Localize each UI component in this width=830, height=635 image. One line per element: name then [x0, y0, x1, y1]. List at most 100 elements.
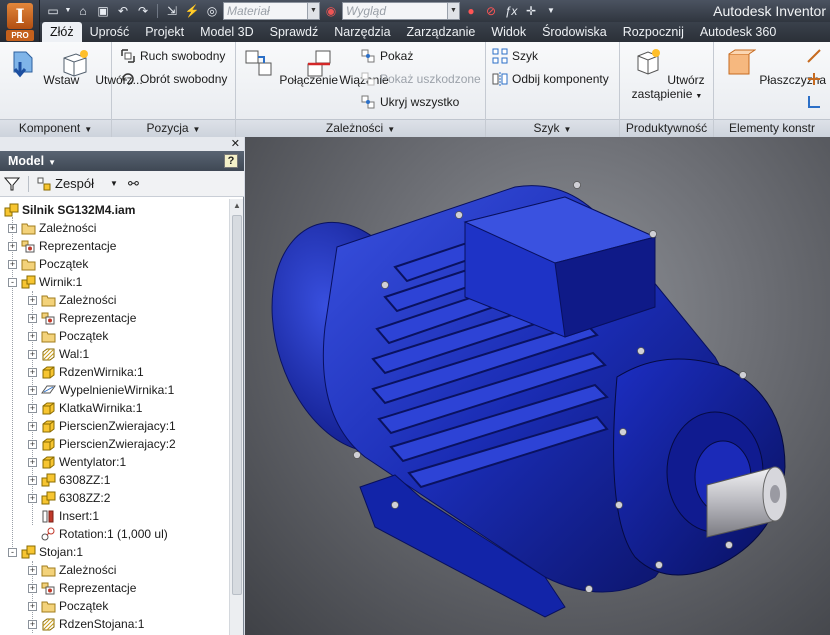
tab-2[interactable]: Projekt: [137, 22, 192, 42]
axis-button[interactable]: [806, 47, 822, 65]
tree-item[interactable]: + RdzenWirnika:1: [28, 363, 144, 381]
collapse-icon[interactable]: -: [8, 277, 17, 287]
tree-item[interactable]: +6308ZZ:1: [28, 471, 110, 489]
tab-10[interactable]: Autodesk 360: [692, 22, 784, 42]
pokaz-uszkodzone-button[interactable]: Pokaż uszkodzone: [360, 70, 481, 88]
close-icon[interactable]: ✕: [231, 137, 240, 151]
wiazanie-button[interactable]: Wiązanie: [302, 46, 389, 87]
open-icon[interactable]: ⌂: [74, 3, 92, 19]
obrot-swobodny-button[interactable]: Obrót swobodny: [120, 70, 227, 88]
binoculars-icon[interactable]: ⚯: [128, 176, 139, 192]
expand-icon[interactable]: +: [28, 367, 37, 377]
select-icon[interactable]: ◎: [203, 3, 221, 19]
tab-1[interactable]: Uprość: [82, 22, 138, 42]
tree-item[interactable]: Rotation:1 (1,000 ul): [28, 525, 168, 543]
expand-icon[interactable]: +: [8, 241, 17, 251]
new-file-icon[interactable]: ▭: [44, 3, 62, 19]
tree-item[interactable]: + WypelnienieWirnika:1: [28, 381, 174, 399]
tree-item[interactable]: + Początek: [8, 255, 88, 273]
return-icon[interactable]: ⇲: [163, 3, 181, 19]
expand-icon[interactable]: +: [28, 619, 37, 629]
polaczenie-button[interactable]: Połączenie: [242, 46, 338, 87]
utworz-zastapienie-button[interactable]: Utwórz zastąpienie ▼: [630, 46, 705, 104]
tree-root[interactable]: Silnik SG132M4.iam: [4, 201, 135, 219]
tree-item[interactable]: + Reprezentacje: [28, 309, 136, 327]
save-icon[interactable]: ▣: [94, 3, 112, 19]
tree-item[interactable]: + Reprezentacje: [28, 579, 136, 597]
expand-icon[interactable]: +: [8, 223, 17, 233]
panel-title-elementy[interactable]: Elementy konstr: [714, 119, 830, 137]
expand-icon[interactable]: +: [8, 259, 17, 269]
ucs-button[interactable]: [806, 93, 822, 111]
filter-icon[interactable]: [4, 176, 20, 192]
browser-header[interactable]: Model ▼ ?: [0, 151, 244, 171]
tree-item[interactable]: +6308ZZ:2: [28, 489, 110, 507]
utworz-component-button[interactable]: Utwórz...: [58, 46, 143, 87]
tree-item[interactable]: + RdzenStojana:1: [28, 615, 144, 633]
collapse-icon[interactable]: -: [8, 547, 17, 557]
expand-icon[interactable]: +: [28, 439, 37, 449]
odbij-komponenty-button[interactable]: Odbij komponenty: [492, 70, 609, 88]
wstaw-button[interactable]: Wstaw: [6, 46, 79, 87]
browser-scrollbar[interactable]: ▲: [229, 199, 243, 635]
expand-icon[interactable]: +: [28, 457, 37, 467]
tree-item[interactable]: + PierscienZwierajacy:2: [28, 435, 176, 453]
panel-title-komponent[interactable]: Komponent ▼: [0, 119, 111, 137]
plaszczyzna-button[interactable]: Płaszczyzna▼: [722, 46, 830, 90]
function-icon[interactable]: ƒx: [502, 3, 520, 19]
expand-icon[interactable]: +: [28, 583, 37, 593]
tree-item[interactable]: + Zależności: [28, 291, 116, 309]
plus-icon[interactable]: ✛: [522, 3, 540, 19]
scroll-up-icon[interactable]: ▲: [230, 199, 244, 213]
panel-title-pozycja[interactable]: Pozycja ▼: [112, 119, 235, 137]
expand-icon[interactable]: +: [28, 313, 37, 323]
help-icon[interactable]: ?: [224, 154, 238, 168]
tree-item[interactable]: + Początek: [28, 327, 108, 345]
tab-9[interactable]: Rozpocznij: [615, 22, 692, 42]
tree-item[interactable]: + PierscienZwierajacy:1: [28, 417, 176, 435]
panel-title-zaleznosci[interactable]: Zależności ▼: [236, 119, 485, 137]
tree-item[interactable]: + Początek: [28, 597, 108, 615]
tree-item[interactable]: + Zależności: [28, 561, 116, 579]
color-wheel-icon[interactable]: ◉: [322, 3, 340, 19]
ukryj-wszystko-button[interactable]: Ukryj wszystko: [360, 93, 459, 111]
dropdown-icon[interactable]: ▼: [64, 3, 72, 19]
expand-icon[interactable]: +: [28, 475, 37, 485]
expand-icon[interactable]: +: [28, 403, 37, 413]
tab-6[interactable]: Zarządzanie: [399, 22, 484, 42]
expand-icon[interactable]: +: [28, 385, 37, 395]
expand-icon[interactable]: +: [28, 421, 37, 431]
tree-item[interactable]: - Stojan:1: [8, 543, 83, 561]
tab-4[interactable]: Sprawdź: [262, 22, 327, 42]
update-icon[interactable]: ⚡: [183, 3, 201, 19]
point-button[interactable]: [806, 70, 822, 88]
clear-icon[interactable]: ⊘: [482, 3, 500, 19]
application-menu-button[interactable]: I PRO: [0, 0, 40, 42]
pokaz-button[interactable]: Pokaż: [360, 47, 413, 65]
material-combo[interactable]: Materiał ▼: [223, 2, 320, 20]
tab-5[interactable]: Narzędzia: [326, 22, 398, 42]
expand-icon[interactable]: +: [28, 295, 37, 305]
expand-icon[interactable]: +: [28, 565, 37, 575]
tree-item[interactable]: Insert:1: [28, 507, 99, 525]
scroll-thumb[interactable]: [232, 215, 242, 595]
ruch-swobodny-button[interactable]: Ruch swobodny: [120, 47, 225, 65]
expand-icon[interactable]: +: [28, 349, 37, 359]
customize-icon[interactable]: ▼: [542, 3, 560, 19]
tab-0[interactable]: Złóż: [42, 22, 82, 42]
expand-icon[interactable]: +: [28, 331, 37, 341]
expand-icon[interactable]: +: [28, 493, 37, 503]
graphics-viewport[interactable]: [245, 137, 830, 635]
redo-icon[interactable]: ↷: [134, 3, 152, 19]
tree-item[interactable]: + Wentylator:1: [28, 453, 126, 471]
tree-item[interactable]: - Wirnik:1: [8, 273, 82, 291]
motor-model-3d[interactable]: [245, 137, 830, 635]
view-mode-label[interactable]: Zespół: [55, 176, 94, 191]
tab-8[interactable]: Środowiska: [534, 22, 615, 42]
tree-item[interactable]: + KlatkaWirnika:1: [28, 399, 142, 417]
undo-icon[interactable]: ↶: [114, 3, 132, 19]
szyk-button[interactable]: Szyk: [492, 47, 538, 65]
adjust-icon[interactable]: ●: [462, 3, 480, 19]
tab-7[interactable]: Widok: [483, 22, 534, 42]
panel-title-szyk[interactable]: Szyk ▼: [486, 119, 619, 137]
